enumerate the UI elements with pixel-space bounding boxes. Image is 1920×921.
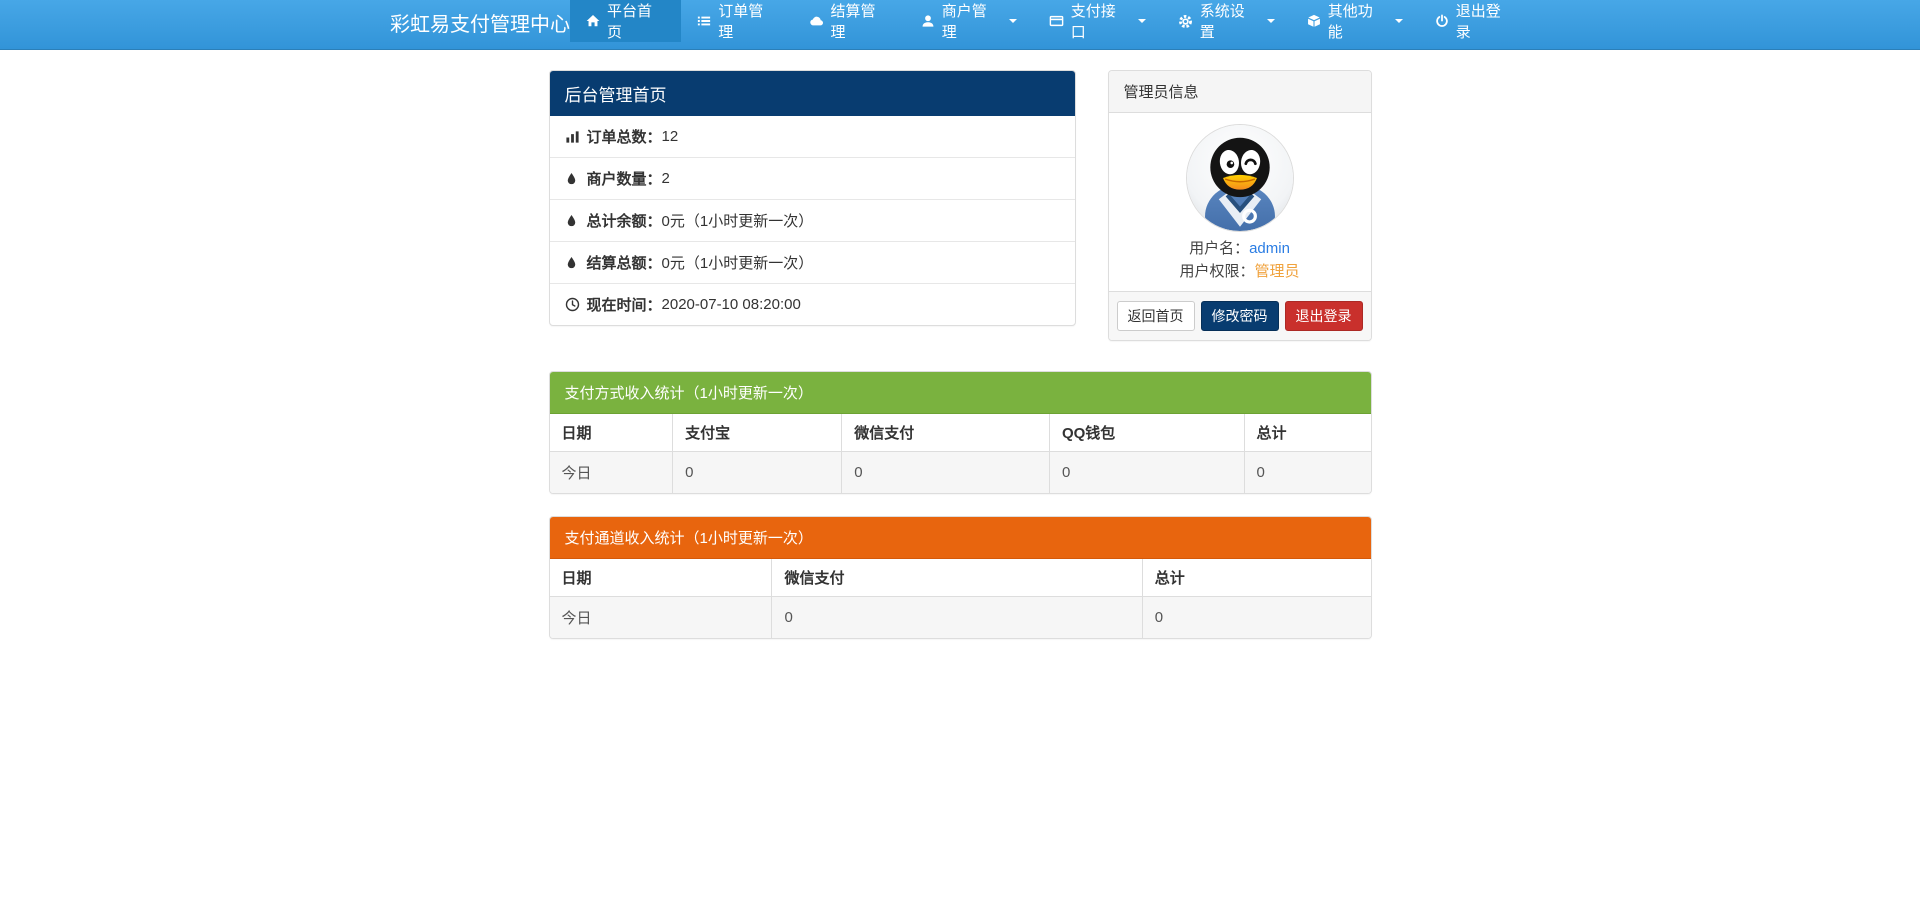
bar-chart-icon [565,129,587,144]
nav-item-settlement[interactable]: 结算管理 [793,0,905,42]
income-by-channel-table: 日期 微信支付 总计 今日 0 0 [549,559,1371,638]
stat-value: 0元（1小时更新一次） [661,255,814,272]
nav-item-orders[interactable]: 订单管理 [681,0,792,42]
cloud-icon [809,14,824,28]
stat-current-time: 现在时间： 2020-07-10 08:20:00 [549,283,1075,325]
nav-item-home[interactable]: 平台首页 [570,0,682,42]
power-icon [1435,14,1449,28]
income-by-method-table: 日期 支付宝 微信支付 QQ钱包 总计 今日 0 0 0 0 [549,414,1371,493]
role-value: 管理员 [1254,263,1300,280]
column-header: 日期 [549,414,673,452]
dashboard-panel: 后台管理首页 订单总数： 12 商户数量： 2 总计余额： 0元（1小时更新一次… [548,70,1076,326]
cell-date: 今日 [549,451,673,493]
username-value: admin [1249,240,1290,257]
stat-value: 2020-07-10 08:20:00 [661,296,801,313]
dashboard-panel-title: 后台管理首页 [549,71,1075,116]
column-header: QQ钱包 [1048,414,1245,452]
gear-icon [1178,14,1193,29]
cell-wechat: 0 [771,596,1143,638]
cell-wechat: 0 [841,451,1050,493]
cell-qq-wallet: 0 [1048,451,1245,493]
column-header: 微信支付 [771,559,1143,597]
cell-total: 0 [1141,596,1371,638]
nav-item-label: 其他功能 [1327,3,1373,41]
cell-date: 今日 [549,596,772,638]
role-line: 用户权限：管理员 [1124,260,1356,283]
username-line: 用户名：admin [1124,237,1356,260]
stat-value: 0元（1小时更新一次） [661,213,814,230]
droplet-icon [565,171,587,186]
nav-item-label: 支付接口 [1070,3,1116,41]
admin-info-panel: 管理员信息 用户名：admin 用户权限：管理员 返回首页 修改密码 退出登录 [1107,70,1372,341]
column-header: 支付宝 [672,414,842,452]
table-row: 今日 0 0 0 0 [549,451,1371,493]
table-header-row: 日期 微信支付 总计 [549,559,1371,597]
main-content: 后台管理首页 订单总数： 12 商户数量： 2 总计余额： 0元（1小时更新一次… [548,70,1372,639]
caret-down-icon [1137,19,1146,23]
column-header: 总计 [1243,414,1371,452]
stat-list: 订单总数： 12 商户数量： 2 总计余额： 0元（1小时更新一次） 结算总额：… [549,116,1075,325]
admin-panel-title: 管理员信息 [1108,71,1371,113]
role-label: 用户权限： [1179,263,1255,280]
nav-item-logout[interactable]: 退出登录 [1419,0,1530,42]
clock-icon [565,297,587,312]
stat-merchant-count: 商户数量： 2 [549,157,1075,199]
back-home-button[interactable]: 返回首页 [1116,301,1195,331]
top-navbar: 彩虹易支付管理中心 平台首页 订单管理 结算管理 商户管理 支付接口 系统设置 … [0,0,1920,50]
droplet-icon [565,255,587,270]
cube-icon [1307,14,1321,28]
nav-item-label: 结算管理 [830,3,876,41]
logout-button[interactable]: 退出登录 [1284,301,1363,331]
stat-value: 2 [661,170,670,187]
caret-down-icon [1266,19,1275,23]
username-label: 用户名： [1189,240,1250,257]
home-icon [586,14,600,28]
nav-item-pay-api[interactable]: 支付接口 [1033,0,1162,42]
stat-value: 12 [661,128,679,145]
caret-down-icon [1008,19,1017,23]
nav-item-label: 系统设置 [1199,3,1245,41]
cell-total: 0 [1243,451,1371,493]
nav-item-label: 订单管理 [718,3,764,41]
qq-penguin-avatar [1186,125,1293,231]
income-by-channel-panel: 支付通道收入统计（1小时更新一次） 日期 微信支付 总计 今日 0 0 [548,516,1372,639]
credit-card-icon [1049,14,1064,28]
nav-item-other-functions[interactable]: 其他功能 [1291,0,1419,42]
list-icon [697,14,711,28]
income-by-channel-title: 支付通道收入统计（1小时更新一次） [549,517,1371,559]
column-header: 总计 [1141,559,1371,597]
nav-item-label: 商户管理 [941,3,987,41]
nav-item-label: 退出登录 [1455,3,1501,41]
caret-down-icon [1394,19,1403,23]
stat-settlement-total: 结算总额： 0元（1小时更新一次） [549,241,1075,283]
user-icon [921,14,935,28]
table-row: 今日 0 0 [549,596,1371,638]
app-title: 彩虹易支付管理中心 [390,14,570,36]
stat-total-balance: 总计余额： 0元（1小时更新一次） [549,199,1075,241]
droplet-icon [565,213,587,228]
nav-item-label: 平台首页 [607,3,653,41]
stat-order-total: 订单总数： 12 [550,116,1075,157]
income-by-method-title: 支付方式收入统计（1小时更新一次） [549,372,1371,414]
income-by-method-panel: 支付方式收入统计（1小时更新一次） 日期 支付宝 微信支付 QQ钱包 总计 今日… [548,371,1372,494]
main-nav: 平台首页 订单管理 结算管理 商户管理 支付接口 系统设置 其他功能 退出登录 [570,0,1530,49]
nav-item-merchants[interactable]: 商户管理 [905,0,1033,42]
change-password-button[interactable]: 修改密码 [1200,301,1279,331]
admin-panel-footer: 返回首页 修改密码 退出登录 [1108,291,1371,340]
column-header: 日期 [549,559,772,597]
column-header: 微信支付 [841,414,1050,452]
table-header-row: 日期 支付宝 微信支付 QQ钱包 总计 [549,414,1371,452]
nav-item-system-settings[interactable]: 系统设置 [1162,0,1291,42]
cell-alipay: 0 [672,451,842,493]
